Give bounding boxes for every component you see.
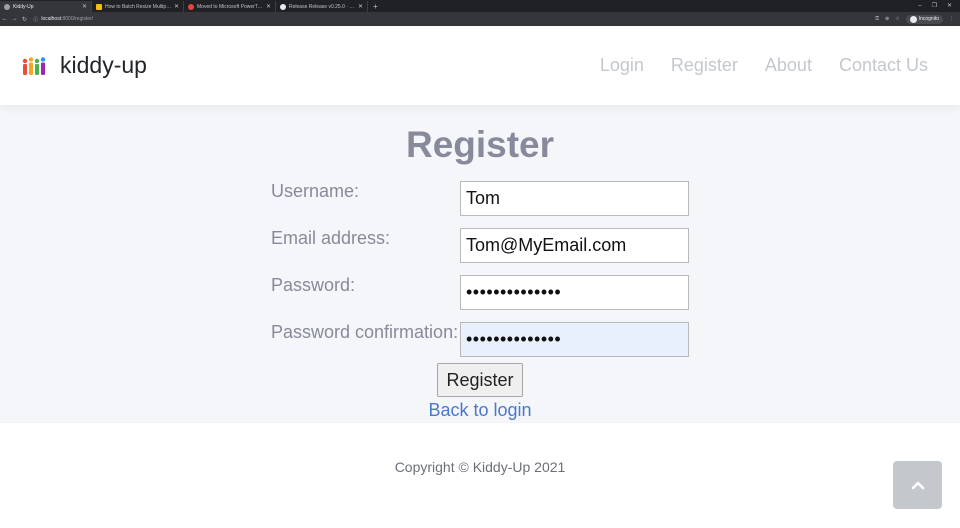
- email-input[interactable]: [460, 228, 689, 263]
- browser-toolbar: ← → ↻ ⓘ localhost :8000/register/ ⚿ ⊕ ☆ …: [0, 12, 960, 26]
- email-label: Email address:: [271, 228, 391, 248]
- site-favicon-icon: [96, 3, 102, 10]
- tab-title: Kiddy-Up: [13, 3, 34, 10]
- browser-tabstrip: Kiddy-Up ✕ How to Batch Resize Multiple …: [0, 0, 960, 12]
- maximize-icon[interactable]: ❐: [932, 1, 937, 12]
- browser-tab-powertoys[interactable]: Moved to Microsoft PowerToys ✕: [184, 1, 276, 12]
- browser-tab-batch-resize[interactable]: How to Batch Resize Multiple Im ✕: [92, 1, 184, 12]
- site-favicon-icon: [188, 3, 194, 10]
- brand[interactable]: kiddy-up: [22, 52, 147, 79]
- nav-login-link[interactable]: Login: [600, 55, 644, 76]
- password-confirmation-label: Password confirmation:: [271, 322, 459, 342]
- register-button[interactable]: Register: [437, 363, 523, 397]
- chevron-up-icon: [911, 481, 924, 490]
- password-confirmation-input[interactable]: [460, 322, 689, 357]
- close-icon[interactable]: ✕: [82, 3, 87, 10]
- new-tab-button[interactable]: +: [368, 1, 383, 12]
- key-icon[interactable]: ⚿: [875, 16, 879, 22]
- globe-icon: [4, 3, 10, 10]
- close-icon[interactable]: ✕: [266, 3, 271, 10]
- address-bar[interactable]: ⓘ localhost :8000/register/: [33, 14, 875, 24]
- main-nav: Login Register About Contact Us: [573, 55, 928, 76]
- kids-logo-icon: [22, 56, 46, 75]
- window-controls: – ❐ ✕: [918, 1, 960, 12]
- browser-tab-release[interactable]: Release Release v0.25.0 · micros ✕: [276, 1, 368, 12]
- password-label: Password:: [271, 275, 356, 295]
- scroll-to-top-button[interactable]: [893, 461, 942, 509]
- close-icon[interactable]: ✕: [174, 3, 179, 10]
- forward-arrow-icon[interactable]: →: [10, 16, 20, 22]
- url-path: :8000/register/: [61, 16, 94, 22]
- minimize-icon[interactable]: –: [918, 1, 921, 12]
- brand-name: kiddy-up: [60, 52, 147, 78]
- nav-register-link[interactable]: Register: [671, 55, 738, 76]
- tab-title: How to Batch Resize Multiple Im: [105, 3, 172, 10]
- nav-contact-link[interactable]: Contact Us: [839, 55, 928, 76]
- site-footer: Copyright © Kiddy-Up 2021: [0, 423, 960, 528]
- zoom-icon[interactable]: ⊕: [885, 16, 889, 22]
- nav-about-link[interactable]: About: [765, 55, 812, 76]
- back-to-login-link[interactable]: Back to login: [0, 400, 960, 421]
- reload-icon[interactable]: ↻: [20, 16, 30, 23]
- copyright-text: Copyright © Kiddy-Up 2021: [394, 459, 566, 475]
- window-close-icon[interactable]: ✕: [947, 1, 952, 12]
- url-host: localhost: [41, 16, 62, 22]
- incognito-badge[interactable]: Incognito: [905, 14, 943, 24]
- username-label: Username:: [271, 181, 360, 201]
- email-row: Email address:: [271, 228, 691, 263]
- username-input[interactable]: [460, 181, 689, 216]
- github-icon: [280, 3, 286, 10]
- incognito-label: Incognito: [918, 16, 939, 22]
- tab-title: Release Release v0.25.0 · micros: [289, 3, 356, 10]
- browser-tab-kiddy-up[interactable]: Kiddy-Up ✕: [0, 1, 92, 12]
- username-row: Username:: [271, 181, 691, 216]
- register-section: Register Username: Email address: Passwo…: [0, 105, 960, 423]
- back-arrow-icon[interactable]: ←: [0, 16, 10, 22]
- star-icon[interactable]: ☆: [895, 16, 899, 22]
- password-input[interactable]: [460, 275, 689, 310]
- menu-dots-icon[interactable]: ⋮: [949, 16, 954, 22]
- incognito-icon: [909, 15, 917, 23]
- site-header: kiddy-up Login Register About Contact Us: [0, 26, 960, 105]
- close-icon[interactable]: ✕: [358, 3, 363, 10]
- tab-title: Moved to Microsoft PowerToys: [197, 3, 264, 10]
- password-row: Password:: [271, 275, 691, 310]
- password-confirmation-row: Password confirmation:: [271, 322, 691, 357]
- info-icon: ⓘ: [33, 16, 39, 23]
- page-title: Register: [405, 124, 555, 165]
- toolbar-actions: ⚿ ⊕ ☆ Incognito ⋮: [875, 14, 960, 24]
